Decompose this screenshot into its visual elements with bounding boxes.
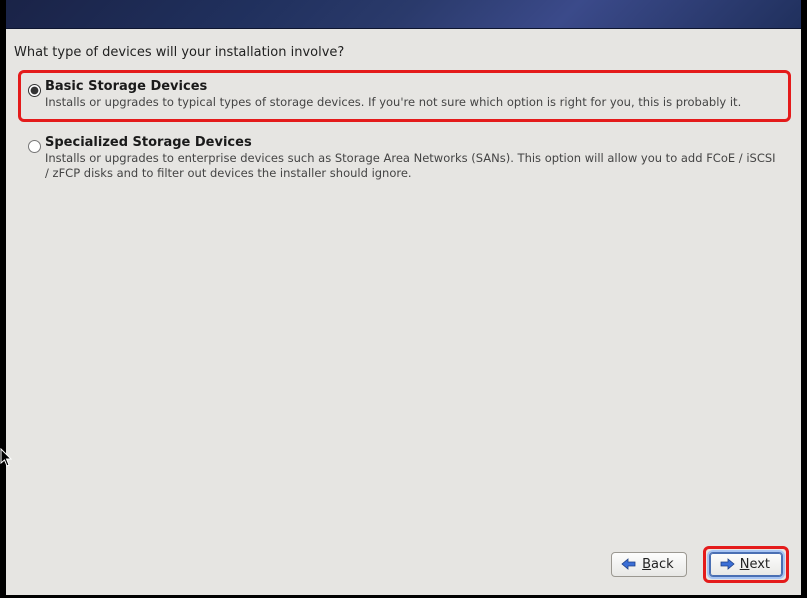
header-banner xyxy=(6,0,801,29)
next-button-wrap: Next xyxy=(703,546,789,583)
back-button-wrap: Back xyxy=(605,546,693,583)
arrow-left-icon xyxy=(620,557,638,571)
radio-wrap xyxy=(23,135,45,153)
back-label: Back xyxy=(642,557,674,572)
arrow-right-icon xyxy=(718,557,736,571)
radio-wrap xyxy=(23,79,45,97)
radio-specialized-storage[interactable] xyxy=(28,140,41,153)
back-button[interactable]: Back xyxy=(611,552,687,577)
option-title: Specialized Storage Devices xyxy=(45,135,776,150)
option-description: Installs or upgrades to enterprise devic… xyxy=(45,151,776,182)
option-basic-storage[interactable]: Basic Storage Devices Installs or upgrad… xyxy=(18,70,791,122)
option-text: Basic Storage Devices Installs or upgrad… xyxy=(45,79,782,111)
option-specialized-storage[interactable]: Specialized Storage Devices Installs or … xyxy=(18,126,791,193)
footer-bar: Back Next xyxy=(6,533,801,595)
option-title: Basic Storage Devices xyxy=(45,79,776,94)
prompt-text: What type of devices will your installat… xyxy=(14,45,791,60)
storage-options: Basic Storage Devices Installs or upgrad… xyxy=(18,70,791,193)
option-description: Installs or upgrades to typical types of… xyxy=(45,95,776,111)
next-label: Next xyxy=(740,557,770,572)
radio-basic-storage[interactable] xyxy=(28,84,41,97)
content-area: What type of devices will your installat… xyxy=(6,29,801,533)
option-text: Specialized Storage Devices Installs or … xyxy=(45,135,782,182)
next-button[interactable]: Next xyxy=(709,552,783,577)
installer-window: What type of devices will your installat… xyxy=(6,0,801,595)
